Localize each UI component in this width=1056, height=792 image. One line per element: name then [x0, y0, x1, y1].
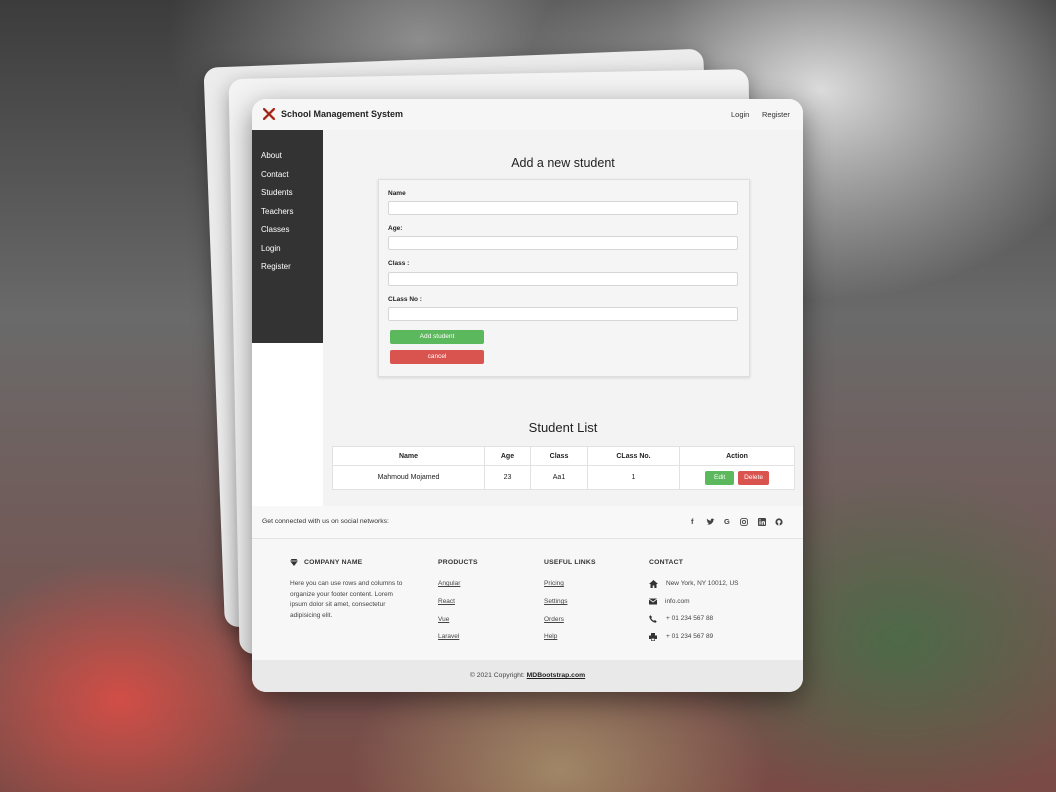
- social-bar: Get connected with us on social networks…: [252, 506, 803, 539]
- phone-icon: [649, 615, 657, 623]
- nav-login-link[interactable]: Login: [731, 110, 749, 119]
- column-header-class: Class: [530, 446, 588, 466]
- sidebar-item-register[interactable]: Register: [261, 262, 291, 271]
- cell-class-no: 1: [587, 465, 680, 490]
- sidebar-item-about[interactable]: About: [261, 151, 282, 160]
- contact-address: New York, NY 10012, US: [666, 580, 739, 587]
- useful-link-pricing[interactable]: Pricing: [544, 580, 564, 587]
- social-text: Get connected with us on social networks…: [262, 518, 389, 525]
- name-input[interactable]: [388, 201, 738, 215]
- useful-link-settings[interactable]: Settings: [544, 598, 568, 605]
- add-student-button[interactable]: Add student: [390, 330, 484, 344]
- column-header-class-no: CLass No.: [587, 446, 680, 466]
- class-input[interactable]: [388, 272, 738, 286]
- brand-title[interactable]: School Management System: [281, 109, 403, 119]
- student-table: Name Age Class CLass No. Action Mahmoud …: [332, 446, 795, 490]
- copyright-link[interactable]: MDBootstrap.com: [527, 672, 586, 679]
- footer: COMPANY NAME Here you can use rows and c…: [252, 539, 803, 660]
- cell-class: Aa1: [530, 465, 588, 490]
- product-link-laravel[interactable]: Laravel: [438, 633, 459, 640]
- column-header-action: Action: [679, 446, 795, 466]
- cancel-button[interactable]: cancel: [390, 350, 484, 364]
- app-window: School Management System Login Register …: [252, 99, 803, 692]
- main-content: Add a new student Name Age: Class : CLas…: [323, 130, 803, 506]
- sidebar-item-login[interactable]: Login: [261, 244, 281, 253]
- class-label: Class :: [388, 260, 410, 267]
- contact-email: info.com: [665, 598, 690, 605]
- sidebar-item-teachers[interactable]: Teachers: [261, 207, 293, 216]
- class-no-input[interactable]: [388, 307, 738, 321]
- nav-register-link[interactable]: Register: [762, 110, 790, 119]
- company-description: Here you can use rows and columns to org…: [290, 580, 403, 619]
- contact-phone: + 01 234 567 88: [666, 615, 714, 622]
- contact-fax: + 01 234 567 89: [666, 633, 714, 640]
- age-label: Age:: [388, 225, 403, 232]
- print-icon: [649, 633, 657, 641]
- sidebar: About Contact Students Teachers Classes …: [252, 130, 327, 343]
- column-header-name: Name: [332, 446, 485, 466]
- student-list-title: Student List: [528, 420, 598, 435]
- add-student-form: Name Age: Class : CLass No : Add student…: [378, 179, 750, 377]
- linkedin-icon[interactable]: [758, 518, 766, 526]
- github-icon[interactable]: [775, 518, 783, 526]
- contact-heading: CONTACT: [649, 559, 684, 566]
- envelope-icon: [649, 598, 657, 605]
- product-link-angular[interactable]: Angular: [438, 580, 460, 587]
- product-link-react[interactable]: React: [438, 598, 455, 605]
- column-header-age: Age: [484, 446, 531, 466]
- sidebar-item-classes[interactable]: Classes: [261, 225, 289, 234]
- table-header-row: Name Age Class CLass No. Action: [332, 446, 795, 466]
- navbar: School Management System Login Register: [252, 99, 803, 130]
- cell-name: Mahmoud Mojamed: [332, 465, 485, 490]
- cell-actions: Edit Delete: [679, 465, 795, 490]
- gem-icon: [290, 559, 298, 566]
- home-icon: [649, 580, 658, 588]
- brand-x-icon: [263, 108, 275, 120]
- class-no-label: CLass No :: [388, 296, 422, 303]
- form-title: Add a new student: [511, 156, 615, 170]
- facebook-icon[interactable]: f: [691, 518, 694, 526]
- useful-link-help[interactable]: Help: [544, 633, 557, 640]
- company-heading: COMPANY NAME: [304, 559, 363, 566]
- copyright-text: © 2021 Copyright:: [469, 672, 525, 679]
- copyright-bar: © 2021 Copyright: MDBootstrap.com: [252, 660, 803, 692]
- name-label: Name: [388, 190, 406, 197]
- age-input[interactable]: [388, 236, 738, 250]
- google-icon[interactable]: G: [724, 518, 730, 526]
- useful-links-heading: USEFUL LINKS: [544, 559, 596, 566]
- twitter-icon[interactable]: [706, 518, 715, 526]
- cell-age: 23: [484, 465, 531, 490]
- delete-button[interactable]: Delete: [738, 470, 769, 485]
- products-heading: PRODUCTS: [438, 559, 478, 566]
- sidebar-item-students[interactable]: Students: [261, 188, 293, 197]
- edit-button[interactable]: Edit: [705, 470, 735, 485]
- sidebar-item-contact[interactable]: Contact: [261, 170, 289, 179]
- product-link-vue[interactable]: Vue: [438, 616, 449, 623]
- table-row: Mahmoud Mojamed 23 Aa1 1 Edit Delete: [332, 465, 795, 490]
- useful-link-orders[interactable]: Orders: [544, 616, 564, 623]
- instagram-icon[interactable]: [740, 518, 748, 526]
